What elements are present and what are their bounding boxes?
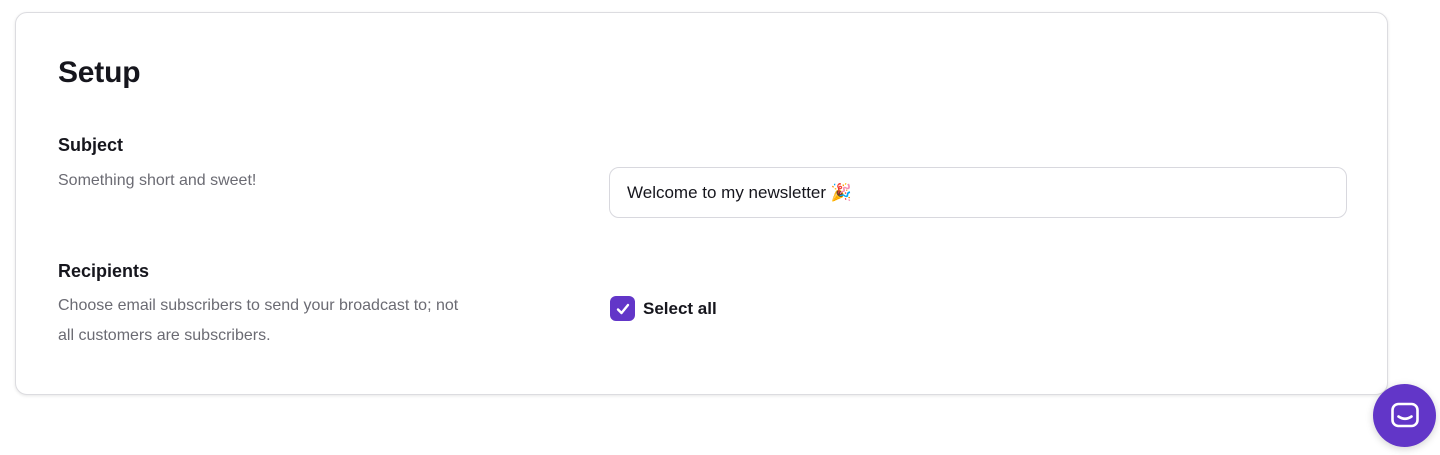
chat-icon [1390, 402, 1419, 427]
setup-card: Setup Subject Something short and sweet!… [15, 12, 1388, 395]
select-all-option[interactable]: Select all [610, 296, 717, 321]
section-title: Setup [58, 56, 141, 89]
subject-label: Subject [58, 135, 124, 155]
checkmark-icon [616, 303, 629, 314]
chat-launcher-button[interactable] [1373, 384, 1436, 447]
select-all-checkbox[interactable] [610, 296, 635, 321]
recipients-label: Recipients [58, 261, 150, 281]
subject-input[interactable] [609, 167, 1347, 218]
recipients-help-text: Choose email subscribers to send your br… [58, 297, 459, 344]
subject-help-text: Something short and sweet! [58, 172, 257, 189]
select-all-label: Select all [643, 298, 717, 318]
